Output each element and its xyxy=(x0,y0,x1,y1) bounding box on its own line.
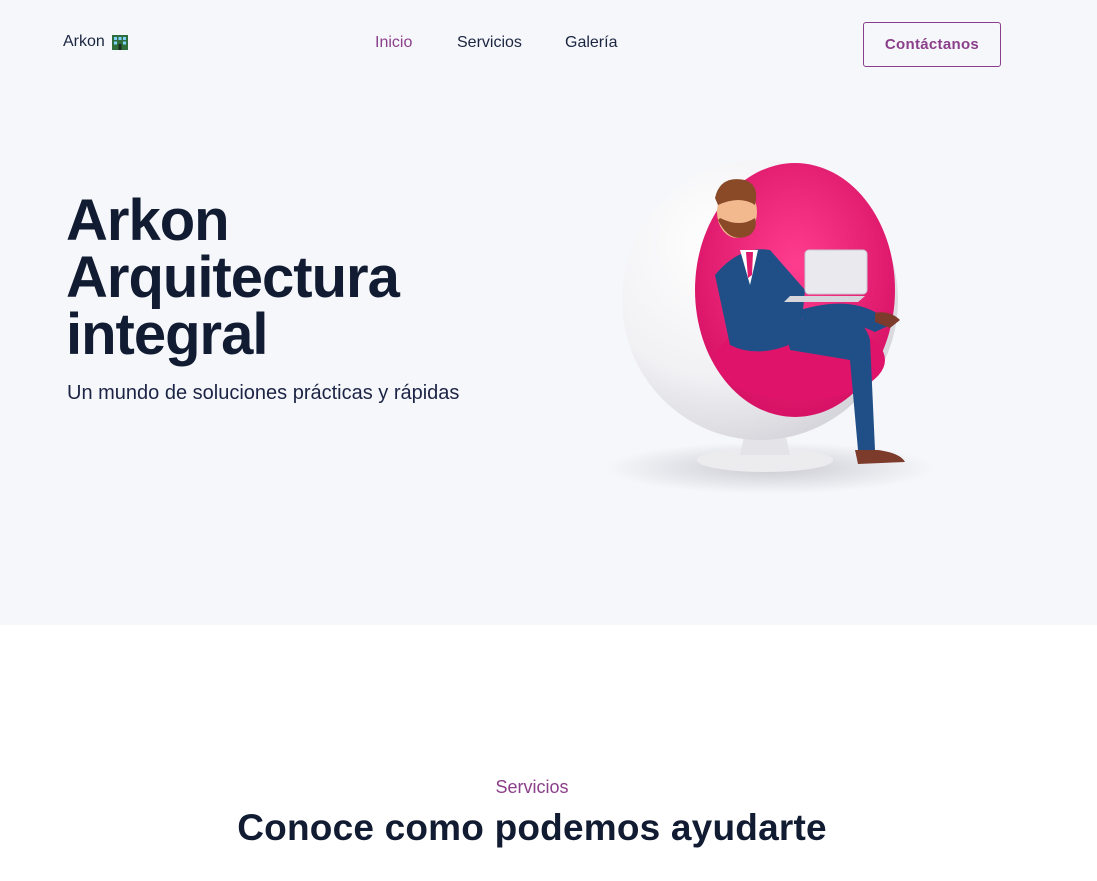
hero-title: Arkon Arquitectura integral xyxy=(66,192,486,364)
hero-subtitle: Un mundo de soluciones prácticas y rápid… xyxy=(67,382,460,404)
hero-title-line: Arkon xyxy=(66,188,230,253)
services-title: Conoce como podemos ayudarte xyxy=(237,807,827,848)
nav-link-galeria[interactable]: Galería xyxy=(565,34,617,52)
hero-section: Arkon Inicio Servicios Galería Contáctan… xyxy=(0,0,1097,625)
hero-title-line: integral xyxy=(66,302,268,367)
services-kicker: Servicios xyxy=(495,777,569,797)
hero-title-line: Arquitectura xyxy=(66,245,400,310)
laptop-icon xyxy=(804,249,868,295)
contact-button[interactable]: Contáctanos xyxy=(863,22,1001,67)
hero-illustration xyxy=(605,160,935,494)
nav-link-servicios[interactable]: Servicios xyxy=(457,34,522,52)
nav-link-inicio[interactable]: Inicio xyxy=(375,34,412,52)
